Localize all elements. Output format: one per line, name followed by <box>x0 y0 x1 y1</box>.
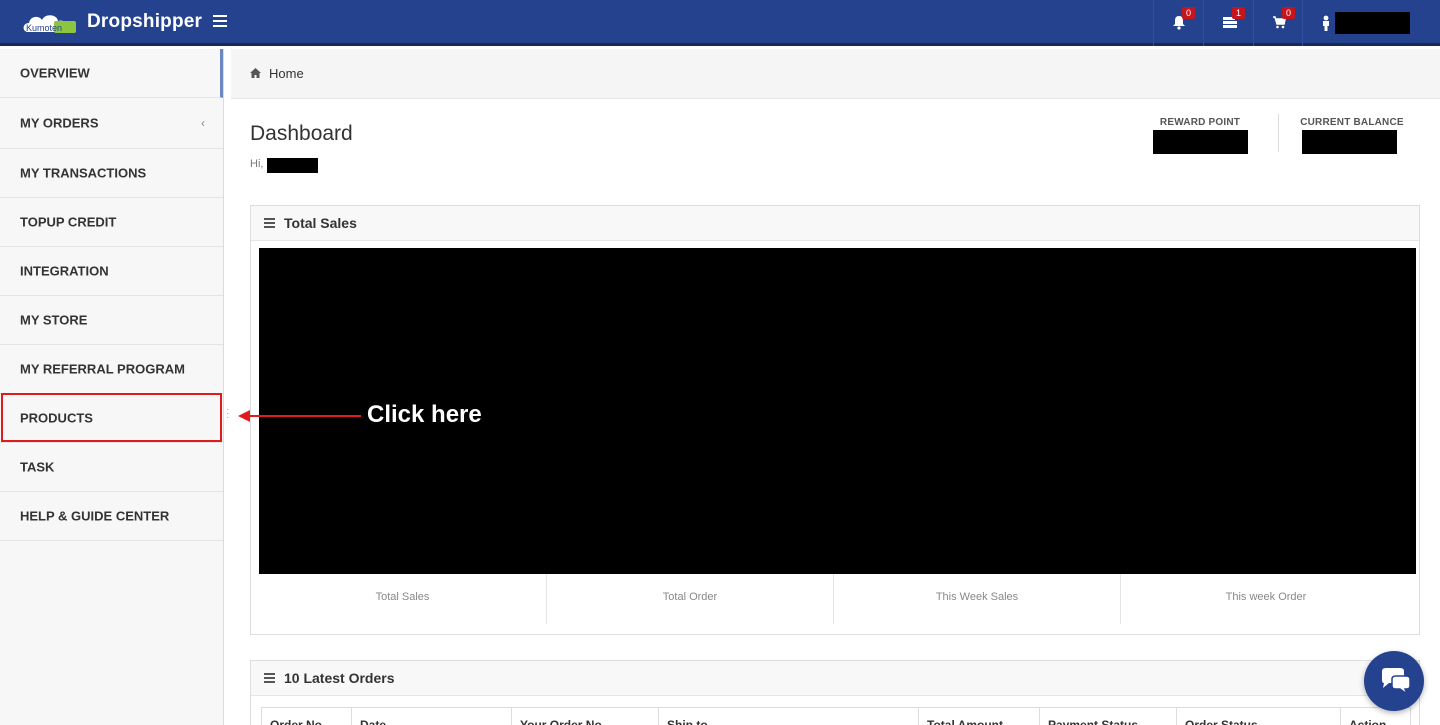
sidebar-item-my-transactions[interactable]: MY TRANSACTIONS <box>0 149 223 198</box>
list-icon <box>264 673 275 685</box>
page-title: Dashboard <box>250 122 353 145</box>
summary-this-week-sales: This Week Sales <box>834 574 1121 624</box>
sidebar-item-topup-credit[interactable]: TOPUP CREDIT <box>0 198 223 247</box>
sidebar-item-my-store[interactable]: MY STORE <box>0 296 223 345</box>
sidebar: OVERVIEW MY ORDERS ‹ MY TRANSACTIONS TOP… <box>0 49 224 725</box>
kumoten-logo[interactable]: Kumoten <box>22 8 78 38</box>
home-icon <box>250 68 261 78</box>
summary-total-order: Total Order <box>547 574 834 624</box>
total-sales-panel-title: Total Sales <box>284 215 357 231</box>
live-chat-button[interactable] <box>1364 651 1424 711</box>
sidebar-item-label: OVERVIEW <box>20 65 90 81</box>
reward-point-label: REWARD POINT <box>1159 117 1241 128</box>
chevron-left-icon: ‹ <box>201 116 205 130</box>
stat-divider <box>1278 114 1279 152</box>
notifications-badge: 0 <box>1182 7 1195 19</box>
column-order-no[interactable]: Order No <box>261 708 351 725</box>
products-highlight-box <box>1 393 222 442</box>
user-icon <box>1323 15 1329 31</box>
latest-orders-panel-title: 10 Latest Orders <box>284 670 395 686</box>
current-balance-stat: CURRENT BALANCE <box>1297 117 1407 128</box>
total-sales-panel-header: Total Sales <box>251 206 1419 241</box>
column-date[interactable]: Date <box>351 708 511 725</box>
column-your-order-no[interactable]: Your Order No <box>511 708 658 725</box>
summary-total-sales: Total Sales <box>259 574 547 624</box>
redacted-user-name <box>267 158 318 173</box>
messages-badge: 1 <box>1232 7 1245 19</box>
current-balance-label: CURRENT BALANCE <box>1300 117 1404 128</box>
sidebar-item-overview[interactable]: OVERVIEW <box>0 49 223 98</box>
redacted-current-balance <box>1302 130 1397 154</box>
column-payment-status[interactable]: Payment Status <box>1039 708 1176 725</box>
annotation-callout: Click here <box>367 401 482 428</box>
main-content: Home Dashboard Hi, REWARD POINT CURRENT … <box>231 49 1440 725</box>
cart-badge: 0 <box>1282 7 1295 19</box>
cart-button[interactable]: 0 <box>1253 0 1303 46</box>
sidebar-item-label: MY ORDERS <box>20 115 99 131</box>
summary-this-week-order: This week Order <box>1225 591 1307 603</box>
sidebar-item-label: MY REFERRAL PROGRAM <box>20 361 185 377</box>
column-order-status[interactable]: Order Status <box>1176 708 1340 725</box>
redacted-reward-point <box>1153 130 1248 154</box>
sidebar-item-label: HELP & GUIDE CENTER <box>20 508 170 524</box>
list-icon <box>264 218 275 230</box>
greeting: Hi, <box>250 158 263 170</box>
breadcrumb: Home <box>231 49 1440 99</box>
menu-toggle-icon[interactable] <box>213 15 227 27</box>
chat-bubble-icon <box>1382 668 1411 695</box>
sidebar-item-label: TASK <box>20 459 55 475</box>
sidebar-item-label: INTEGRATION <box>20 263 109 279</box>
sidebar-item-my-orders[interactable]: MY ORDERS ‹ <box>0 98 223 149</box>
top-header: Kumoten Dropshipper 0 1 0 <box>0 0 1440 46</box>
latest-orders-panel: 10 Latest Orders Order No Date Your Orde… <box>250 660 1420 725</box>
breadcrumb-home-link[interactable]: Home <box>269 66 304 81</box>
notifications-button[interactable]: 0 <box>1153 0 1203 46</box>
annotation-arrow-line <box>249 415 361 417</box>
sidebar-item-help-guide-center[interactable]: HELP & GUIDE CENTER <box>0 492 223 541</box>
messages-button[interactable]: 1 <box>1203 0 1253 46</box>
greeting-text: Hi, <box>250 158 264 170</box>
sidebar-item-label: MY STORE <box>20 312 88 328</box>
latest-orders-panel-header: 10 Latest Orders <box>251 661 1419 696</box>
sidebar-resize-handle[interactable]: · · · <box>226 405 229 423</box>
column-action[interactable]: Action <box>1340 708 1411 725</box>
orders-table-header: Order No Date Your Order No Ship to Tota… <box>261 707 1411 725</box>
sidebar-item-task[interactable]: TASK <box>0 443 223 492</box>
reward-point-stat: REWARD POINT <box>1153 117 1247 128</box>
brand-name[interactable]: Dropshipper <box>87 11 202 33</box>
sidebar-item-my-referral-program[interactable]: MY REFERRAL PROGRAM <box>0 345 223 394</box>
user-menu[interactable] <box>1302 0 1440 46</box>
logo-text: Kumoten <box>26 23 62 33</box>
column-total-amount[interactable]: Total Amount <box>918 708 1039 725</box>
redacted-username <box>1335 12 1410 34</box>
sidebar-item-integration[interactable]: INTEGRATION <box>0 247 223 296</box>
sidebar-item-label: MY TRANSACTIONS <box>20 165 147 181</box>
column-ship-to[interactable]: Ship to <box>658 708 918 725</box>
sidebar-item-label: TOPUP CREDIT <box>20 214 117 230</box>
